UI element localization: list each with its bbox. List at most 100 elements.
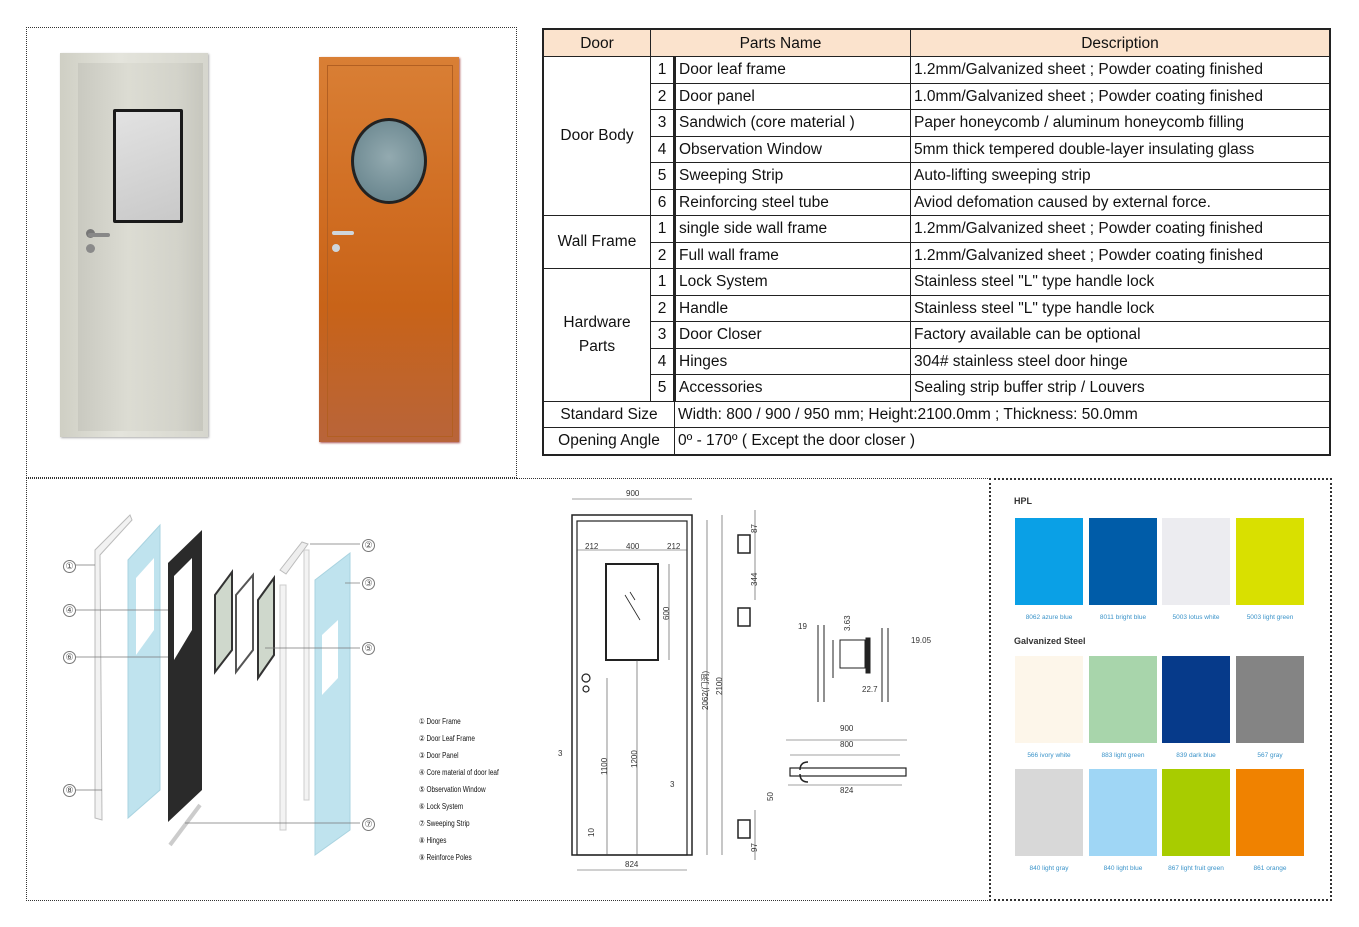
dim-hinge-spacing: 344 xyxy=(750,572,759,586)
part-description: Auto-lifting sweeping strip xyxy=(910,162,1331,190)
color-chip xyxy=(1162,518,1230,605)
dim-gap-left: 3 xyxy=(558,749,563,758)
dim-hinge-bottom: 97 xyxy=(750,843,759,852)
color-name: 840 light blue xyxy=(1103,865,1143,872)
color-chip xyxy=(1089,769,1157,856)
color-name: 883 light green xyxy=(1101,752,1145,759)
handle-drawing xyxy=(581,673,591,683)
door-leaf-outline xyxy=(576,520,688,856)
dim-gap-right: 3 xyxy=(670,780,675,789)
table-header-row: Door Parts Name Description xyxy=(542,28,1331,57)
callout-7: ⑦ xyxy=(362,818,375,831)
part-name: Hinges xyxy=(674,347,911,375)
row-number: 4 xyxy=(650,347,676,375)
row-number: 3 xyxy=(650,321,676,349)
group-label: Door Body xyxy=(542,56,651,216)
plan-view-leaf xyxy=(789,767,907,777)
color-name: 861 orange xyxy=(1253,865,1287,872)
callout-6: ⑥ xyxy=(63,651,76,664)
callout-8: ⑧ xyxy=(63,784,76,797)
standard-size-value: Width: 800 / 900 / 950 mm; Height:2100.0… xyxy=(674,400,1331,428)
color-chip xyxy=(1015,769,1083,856)
row-number: 2 xyxy=(650,294,676,322)
table-row: 2 Handle Stainless steel "L" type handle l… xyxy=(543,294,1331,322)
color-chip xyxy=(1015,656,1083,743)
color-name: 5003 lotus white xyxy=(1172,614,1220,621)
part-name: Lock System xyxy=(674,268,911,296)
color-chip xyxy=(1236,769,1304,856)
dim-lock-a: 19 xyxy=(798,622,807,631)
dim-leaf-width: 824 xyxy=(625,860,639,869)
dim-bottom: 10 xyxy=(587,828,596,837)
table-row: 2 Door panel 1.0mm/Galvanized sheet ; Powd… xyxy=(543,82,1331,110)
table-row: 3 Door Closer Factory available can be opt… xyxy=(543,321,1331,349)
door-frame-part xyxy=(94,514,133,821)
color-chip xyxy=(1089,518,1157,605)
part-description: 304# stainless steel door hinge xyxy=(910,347,1331,375)
leaf-frame-stile xyxy=(303,549,310,801)
row-number: 1 xyxy=(650,215,676,243)
parts-legend: ① Door Frame ② Door Leaf Frame ③ Door Pane… xyxy=(419,713,499,866)
header-description: Description xyxy=(910,28,1331,57)
glass-pane xyxy=(214,568,233,675)
table-row: Hardware Parts 1 Lock System Stainless stee… xyxy=(542,268,1331,402)
dim-window-bottom: 1200 xyxy=(630,750,639,768)
glass-frame xyxy=(235,572,254,675)
callout-2: ② xyxy=(362,539,375,552)
part-description: 5mm thick tempered double-layer insulati… xyxy=(910,135,1331,163)
hinge-icon xyxy=(737,534,751,554)
hinge-icon xyxy=(737,819,751,839)
color-swatch: 567 gray xyxy=(1236,656,1304,759)
color-name: 567 gray xyxy=(1257,752,1283,759)
dimension-lines xyxy=(572,498,907,871)
legend-item: ① Door Frame xyxy=(419,717,461,726)
color-swatch: 840 light gray xyxy=(1015,769,1083,872)
color-name: 566 ivory white xyxy=(1027,752,1071,759)
part-description: Aviod defomation caused by external forc… xyxy=(910,188,1331,216)
dim-left: 212 xyxy=(585,542,599,551)
door-panel-left xyxy=(127,523,161,820)
row-number: 5 xyxy=(650,374,676,402)
part-description: 1.2mm/Galvanized sheet ; Powder coating … xyxy=(910,241,1331,269)
standard-size-label: Standard Size xyxy=(542,400,675,428)
table-row: Wall Frame 1 single side wall frame 1.2mm/G… xyxy=(542,215,1331,269)
hinge-icon xyxy=(737,607,751,627)
dim-window-height: 600 xyxy=(662,606,671,620)
callout-5: ⑤ xyxy=(362,642,375,655)
color-name: 839 dark blue xyxy=(1176,752,1216,759)
table-row: Door Body 1 Door leaf frame 1.2mm/Galvanize… xyxy=(542,56,1331,216)
color-swatch: 5003 light green xyxy=(1236,518,1304,621)
group-label: Hardware Parts xyxy=(542,268,651,402)
dim-thickness: 50 xyxy=(766,792,775,801)
color-swatch: 839 dark blue xyxy=(1162,656,1230,759)
dim-lock-c: 22.7 xyxy=(862,685,878,694)
exploded-view-diagram xyxy=(75,514,360,856)
table-row: 5 Accessories Sealing strip buffer strip /… xyxy=(543,374,1331,402)
color-swatch: 867 light fruit green xyxy=(1162,769,1230,872)
table-row-standard-size: Standard Size Width: 800 / 900 / 950 mm; … xyxy=(542,400,1331,428)
callout-3: ③ xyxy=(362,577,375,590)
dim-total-height: 2100 xyxy=(715,677,724,695)
part-name: Door panel xyxy=(674,82,911,110)
color-name: 867 light fruit green xyxy=(1168,865,1224,872)
hpl-title: HPL xyxy=(1014,496,1032,506)
door-frame-outline xyxy=(571,514,693,856)
row-number: 6 xyxy=(650,188,676,216)
part-name: Accessories xyxy=(674,374,911,402)
dim-window: 400 xyxy=(626,542,640,551)
row-number: 4 xyxy=(650,135,676,163)
rectangular-window xyxy=(113,109,183,223)
legend-item: ⑦ Sweeping Strip xyxy=(419,819,470,828)
group-label: Wall Frame xyxy=(542,215,651,269)
round-window xyxy=(351,118,427,204)
legend-item: ④ Core material of door leaf xyxy=(419,768,499,777)
lock-drawing xyxy=(582,685,590,693)
color-chip xyxy=(1089,656,1157,743)
color-name: 5003 light green xyxy=(1246,614,1294,621)
color-swatch: 861 orange xyxy=(1236,769,1304,872)
lever-handle xyxy=(88,233,110,237)
dim-lock-d: 19.05 xyxy=(911,636,932,645)
callout-4: ④ xyxy=(63,604,76,617)
part-name: Handle xyxy=(674,294,911,322)
table-row: 2 Full wall frame 1.2mm/Galvanized sheet ;… xyxy=(543,241,1331,269)
